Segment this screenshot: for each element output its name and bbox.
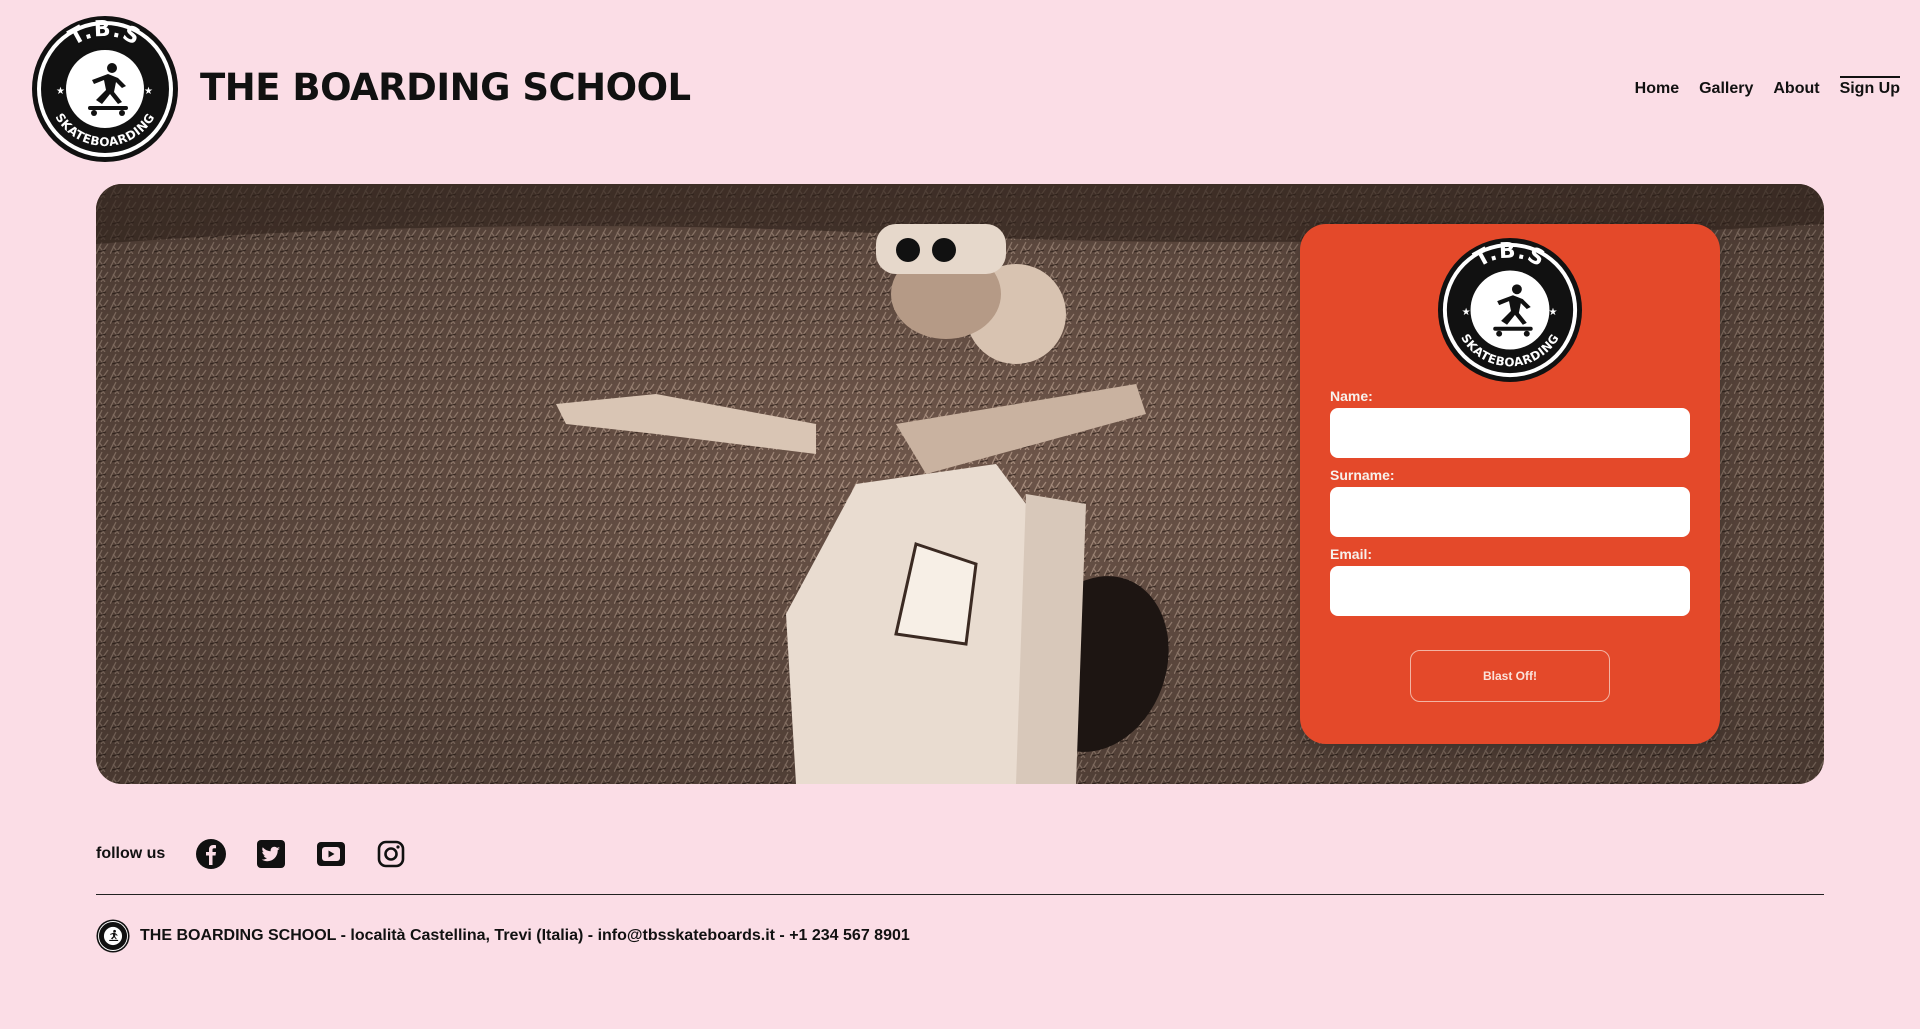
follow-label: follow us xyxy=(96,845,166,862)
youtube-icon[interactable] xyxy=(315,838,347,870)
submit-button[interactable]: Blast Off! xyxy=(1410,650,1610,702)
facebook-icon[interactable] xyxy=(195,838,227,870)
footer-divider xyxy=(96,894,1824,895)
email-input[interactable] xyxy=(1330,566,1690,616)
nav-sign-up[interactable]: Sign Up xyxy=(1839,76,1900,98)
name-input[interactable] xyxy=(1330,408,1690,458)
nav-gallery[interactable]: Gallery xyxy=(1699,80,1753,98)
svg-text:★: ★ xyxy=(56,86,65,97)
name-label: Name: xyxy=(1330,388,1373,404)
main-nav: Home Gallery About Sign Up xyxy=(1635,76,1900,98)
hero-banner: T.B.S SKATEBOARDING ★ ★ Name: Surname: E… xyxy=(96,184,1824,784)
signup-form: T.B.S SKATEBOARDING ★ ★ Name: Surname: E… xyxy=(1300,224,1720,744)
svg-text:★: ★ xyxy=(144,86,153,97)
surname-input[interactable] xyxy=(1330,487,1690,537)
site-footer: THE BOARDING SCHOOL - località Castellin… xyxy=(96,918,910,954)
site-header: T.B.S SKATEBOARDING ★ ★ THE BOARDING SCH… xyxy=(0,0,1920,180)
follow-section: follow us xyxy=(96,836,407,872)
tbs-logo-icon: T.B.S SKATEBOARDING ★ ★ xyxy=(32,16,178,162)
svg-text:★: ★ xyxy=(1462,307,1471,318)
instagram-icon[interactable] xyxy=(375,838,407,870)
nav-home[interactable]: Home xyxy=(1635,80,1679,98)
nav-about[interactable]: About xyxy=(1773,80,1819,98)
site-logo[interactable]: T.B.S SKATEBOARDING ★ ★ xyxy=(30,14,180,164)
twitter-icon[interactable] xyxy=(255,838,287,870)
social-links xyxy=(195,838,407,870)
email-label: Email: xyxy=(1330,546,1373,562)
svg-text:★: ★ xyxy=(1548,307,1557,318)
site-title: THE BOARDING SCHOOL xyxy=(200,66,691,109)
surname-label: Surname: xyxy=(1330,467,1395,483)
footer-contact-text: THE BOARDING SCHOOL - località Castellin… xyxy=(140,927,910,944)
tbs-logo-small-icon xyxy=(96,919,130,953)
tbs-logo-icon: T.B.S SKATEBOARDING ★ ★ xyxy=(1437,237,1583,383)
